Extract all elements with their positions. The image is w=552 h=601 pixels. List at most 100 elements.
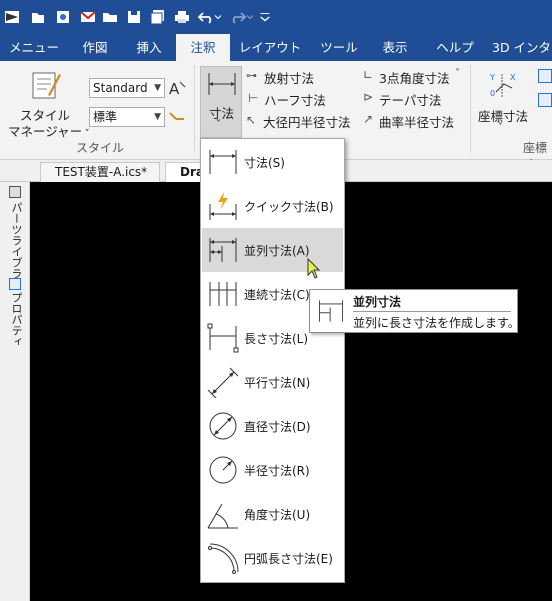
tab-tools[interactable]: ツール [310,34,368,61]
tooltip-description: 並列に長さ寸法を作成します。 [353,316,520,330]
coordinate-small-icon-2[interactable] [538,93,552,107]
menu-item-label: 寸法(S) [244,156,285,170]
linear-dimension-icon [208,73,236,95]
three-point-angle-label: 3点角度寸法 [379,71,450,86]
svg-text:0: 0 [490,89,495,98]
continuous-dimension-icon [209,282,237,306]
tab-annotation[interactable]: 注釈 [176,34,230,61]
svg-text:Y: Y [489,73,495,82]
radial-dimension-icon: ⊶ [246,69,257,82]
coordinate-dimension-button[interactable]: Y X 0 座標寸法 ˅ [474,68,534,140]
radial-dimension-label: 放射寸法 [264,71,315,86]
radial-dimension-button[interactable]: ⊶ 放射寸法 [246,68,356,86]
group-separator [470,65,471,153]
curvature-radius-button[interactable]: ↗ 曲率半径寸法 [363,112,463,130]
coordinate-dimension-icon: Y X 0 [489,73,516,98]
diameter-dimension-icon [209,412,237,440]
properties-icon[interactable] [9,278,21,290]
tab-help[interactable]: ヘルプ [422,34,488,61]
dimension-split-button[interactable]: 寸法 ˅ [200,66,242,138]
save-all-icon[interactable] [148,7,168,27]
coordinate-small-icon-1[interactable] [538,69,552,83]
menu-item-label: 円弧長さ寸法(E) [244,552,333,566]
dimension-style-value: Standard [93,81,148,95]
large-radius-dimension-icon: ↖ [246,113,257,127]
menu-item-label: 直径寸法(D) [244,420,311,434]
style-group-label: スタイル [76,141,125,155]
new-file-icon[interactable] [28,7,48,27]
taper-dimension-button[interactable]: ⊳ テーパ寸法 [363,90,463,108]
properties-tab[interactable]: プロパティ [8,292,24,347]
side-panel: パーツライブラリ プロパティ [0,182,30,601]
half-dimension-icon: ⊢ [248,91,259,105]
menu-item-angle-dimension[interactable]: 角度寸法(U) [202,492,343,536]
app-logo-icon[interactable] [2,7,22,27]
menu-item-parallel-dimension[interactable]: 並列寸法(A) [202,228,343,272]
menu-item-label: 半径寸法(R) [244,464,310,478]
menu-item-quick-dimension[interactable]: クイック寸法(B) [202,184,343,228]
group-separator [194,65,195,153]
quick-dimension-icon [209,192,237,220]
half-dimension-label: ハーフ寸法 [264,93,326,108]
menu-item-diameter-dimension[interactable]: 直径寸法(D) [202,404,343,448]
doc-tab-test-device[interactable]: TEST装置-A.ics* [40,162,160,182]
parts-library-tab[interactable]: パーツライブラリ [8,202,24,290]
tooltip-divider [353,311,511,312]
mail-icon[interactable] [78,7,98,27]
length-dimension-icon [207,323,239,353]
text-style-icon[interactable]: A [168,78,186,98]
tab-layout[interactable]: レイアウト [230,34,310,61]
menu-item-arc-length-dimension[interactable]: 円弧長さ寸法(E) [202,536,343,580]
curvature-radius-icon: ↗ [363,112,374,126]
folder-icon[interactable] [100,7,120,27]
tab-draw[interactable]: 作図 [68,34,122,61]
chevron-down-icon: ˅ [216,119,221,130]
tab-view[interactable]: 表示 [368,34,422,61]
ribbon-tabs: メニュー 作図 挿入 注釈 レイアウト ツール 表示 ヘルプ 3D インター [0,34,552,61]
save-icon[interactable] [124,7,144,27]
style-manager-button[interactable]: スタイル マネージャー ˅ [6,67,90,141]
chevron-down-icon: ˅ [82,129,90,139]
tooltip: 並列寸法 並列に長さ寸法を作成します。 [309,289,520,333]
parts-library-icon[interactable] [9,186,21,198]
menu-item-label: 角度寸法(U) [244,508,311,522]
text-style-combo[interactable]: 標準 ▼ [89,107,165,127]
chevron-down-icon: ˅ [455,68,460,79]
tab-3d-interface[interactable]: 3D インター [492,34,552,61]
arc-length-dimension-icon [208,543,239,574]
text-style-value: 標準 [93,110,118,124]
undo-dropdown-icon[interactable] [212,7,224,27]
angle-dimension-icon [207,503,238,529]
three-point-angle-button[interactable]: ∟ 3点角度寸法 ˅ [363,68,469,86]
customize-toolbar-icon[interactable] [258,7,272,27]
menu-item-label: 長さ寸法(L) [244,332,309,346]
tab-insert[interactable]: 挿入 [122,34,176,61]
curvature-radius-label: 曲率半径寸法 [379,115,455,130]
half-dimension-button[interactable]: ⊢ ハーフ寸法 [246,90,356,108]
doc-tab-label: TEST装置-A.ics* [55,165,148,179]
taper-dimension-label: テーパ寸法 [379,93,442,108]
menu-item-label: 並列寸法(A) [244,244,310,258]
radius-dimension-icon [209,456,237,484]
menu-item-radius-dimension[interactable]: 半径寸法(R) [202,448,343,492]
taper-dimension-icon: ⊳ [363,90,374,104]
open-file-icon[interactable] [53,7,73,27]
large-radius-dimension-button[interactable]: ↖ 大径円半径寸法 [246,112,358,130]
dimension-button-label: 寸法 [209,106,235,121]
menu-item-dimension[interactable]: 寸法(S) [202,140,343,184]
dimension-style-combo[interactable]: Standard ▼ [89,78,165,98]
menu-item-aligned-dimension[interactable]: 平行寸法(N) [202,360,343,404]
svg-text:X: X [510,73,516,82]
linear-dimension-icon [209,150,237,174]
aligned-dimension-icon [207,367,239,398]
title-bar [0,0,552,34]
chevron-down-icon: ˅ [498,122,503,133]
svg-text:A: A [169,80,180,98]
leader-style-icon[interactable] [168,107,186,127]
menu-item-label: 平行寸法(N) [244,376,311,390]
tab-menu[interactable]: メニュー [0,34,68,61]
print-icon[interactable] [172,7,192,27]
menu-item-label: クイック寸法(B) [244,200,334,214]
doc-tab-drawing[interactable]: Dra [165,162,205,182]
redo-dropdown-icon[interactable] [244,7,256,27]
